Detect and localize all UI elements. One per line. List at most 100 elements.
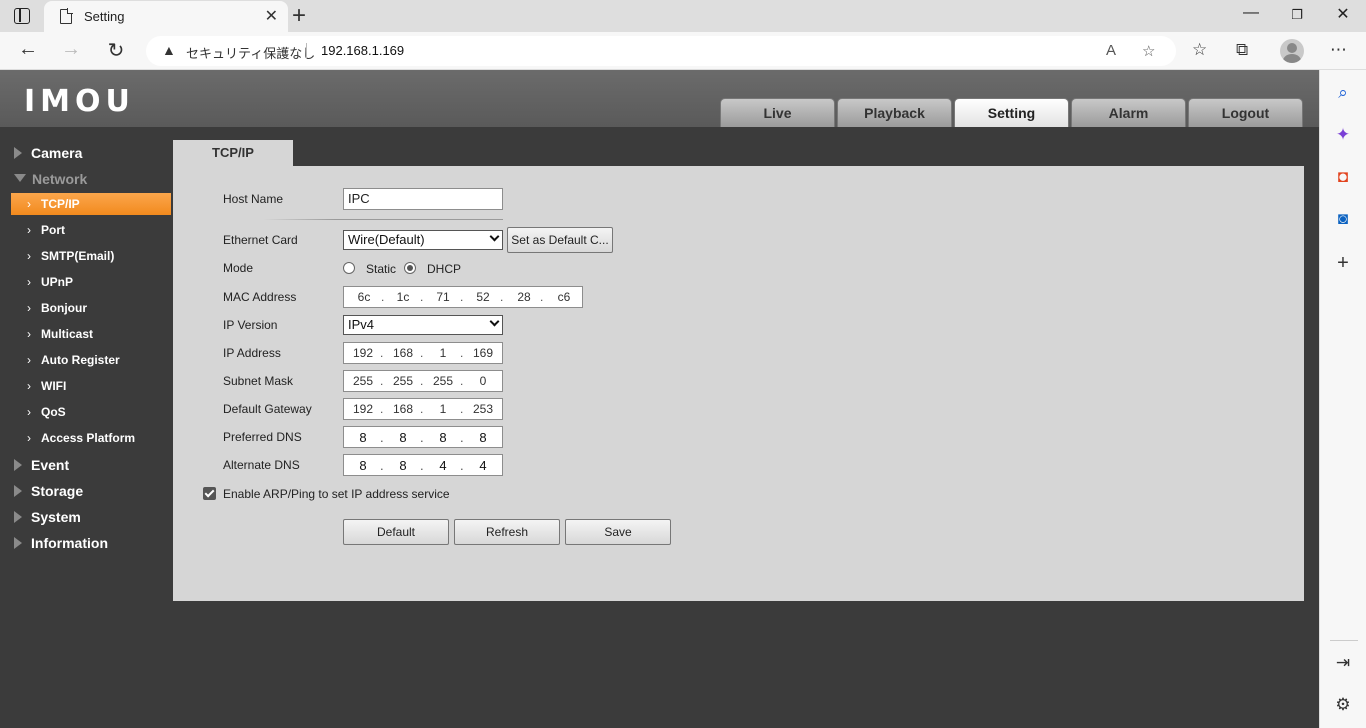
more-menu-icon[interactable]: ⋯: [1330, 40, 1347, 60]
nav-item-wifi[interactable]: › WIFI: [11, 375, 171, 397]
host-name-input[interactable]: IPC: [343, 188, 503, 210]
mac-octet[interactable]: c6: [549, 290, 579, 304]
alternate-dns-field[interactable]: 8. 8. 4. 4: [343, 454, 503, 476]
tab-alarm[interactable]: Alarm: [1071, 98, 1186, 127]
add-sidebar-app-icon[interactable]: +: [1332, 252, 1354, 274]
nav-item-smtp[interactable]: › SMTP(Email): [11, 245, 171, 267]
minimize-icon[interactable]: —: [1236, 4, 1266, 22]
search-icon[interactable]: ⌕: [1332, 82, 1354, 104]
collections-icon[interactable]: ⧉: [1236, 40, 1248, 60]
nav-item-upnp[interactable]: › UPnP: [11, 271, 171, 293]
ip-octet[interactable]: 192: [348, 402, 378, 416]
default-button[interactable]: Default: [343, 519, 449, 545]
octet-separator: .: [420, 346, 424, 360]
ip-octet[interactable]: 4: [428, 458, 458, 473]
ip-octet[interactable]: 8: [348, 430, 378, 445]
ip-octet[interactable]: 1: [428, 346, 458, 360]
ip-octet[interactable]: 8: [388, 430, 418, 445]
refresh-icon[interactable]: ↻: [103, 38, 129, 63]
nav-system[interactable]: System: [14, 509, 81, 525]
nav-item-label: TCP/IP: [41, 197, 80, 211]
ip-octet[interactable]: 255: [428, 374, 458, 388]
nav-item-multicast[interactable]: › Multicast: [11, 323, 171, 345]
content-tab-tcpip[interactable]: TCP/IP: [173, 140, 293, 167]
read-aloud-icon[interactable]: A: [1106, 42, 1116, 59]
ip-octet[interactable]: 192: [348, 346, 378, 360]
mac-octet[interactable]: 71: [428, 290, 458, 304]
nav-event[interactable]: Event: [14, 457, 69, 473]
set-as-default-button[interactable]: Set as Default C...: [507, 227, 613, 253]
nav-item-qos[interactable]: › QoS: [11, 401, 171, 423]
nav-item-auto-register[interactable]: › Auto Register: [11, 349, 171, 371]
octet-separator: .: [420, 374, 424, 388]
ip-octet[interactable]: 8: [388, 458, 418, 473]
mac-octet[interactable]: 28: [509, 290, 539, 304]
copilot-icon[interactable]: ✦: [1332, 124, 1354, 146]
ip-octet[interactable]: 4: [468, 458, 498, 473]
mode-dhcp-radio[interactable]: [404, 262, 416, 274]
security-status[interactable]: セキュリティ保護なし: [186, 43, 315, 62]
arp-ping-checkbox[interactable]: [203, 487, 216, 500]
preferred-dns-field[interactable]: 8. 8. 8. 8: [343, 426, 503, 448]
mac-octet[interactable]: 52: [468, 290, 498, 304]
mac-address-field[interactable]: 6c. 1c. 71. 52. 28. c6: [343, 286, 583, 308]
forward-icon[interactable]: →: [58, 38, 84, 61]
settings-gear-icon[interactable]: ⚙: [1332, 694, 1354, 716]
refresh-button[interactable]: Refresh: [454, 519, 560, 545]
ip-octet[interactable]: 253: [468, 402, 498, 416]
nav-item-tcpip[interactable]: › TCP/IP: [11, 193, 171, 215]
url-field[interactable]: ▲ セキュリティ保護なし 192.168.1.169 A ☆: [146, 36, 1176, 66]
favorites-icon[interactable]: ☆: [1192, 40, 1207, 60]
profile-avatar-icon[interactable]: [1280, 39, 1304, 63]
nav-item-access-platform[interactable]: › Access Platform: [11, 427, 171, 449]
subnet-mask-field[interactable]: 255. 255. 255. 0: [343, 370, 503, 392]
ip-octet[interactable]: 169: [468, 346, 498, 360]
tab-setting[interactable]: Setting: [954, 98, 1069, 127]
office-icon[interactable]: ◘: [1332, 166, 1354, 188]
add-favorite-icon[interactable]: ☆: [1142, 42, 1155, 60]
ip-octet[interactable]: 8: [348, 458, 378, 473]
octet-separator: .: [540, 290, 544, 304]
url-text[interactable]: 192.168.1.169: [321, 43, 404, 58]
back-icon[interactable]: ←: [15, 38, 41, 61]
mac-octet[interactable]: 6c: [349, 290, 379, 304]
nav-network[interactable]: Network: [14, 171, 87, 187]
nav-storage[interactable]: Storage: [14, 483, 83, 499]
ip-octet[interactable]: 168: [388, 402, 418, 416]
tab-actions-icon[interactable]: [14, 8, 30, 24]
nav-item-port[interactable]: › Port: [11, 219, 171, 241]
restore-icon[interactable]: ❐: [1282, 7, 1312, 23]
nav-event-label: Event: [31, 457, 70, 473]
chevron-right-icon: ›: [27, 405, 31, 419]
page-icon: [60, 8, 73, 24]
ip-version-select[interactable]: IPv4: [343, 315, 503, 335]
ip-octet[interactable]: 8: [428, 430, 458, 445]
ethernet-card-select[interactable]: Wire(Default): [343, 230, 503, 250]
ip-octet[interactable]: 168: [388, 346, 418, 360]
browser-tab[interactable]: Setting ✕: [44, 1, 288, 32]
mac-octet[interactable]: 1c: [388, 290, 418, 304]
ip-octet[interactable]: 1: [428, 402, 458, 416]
mode-static-radio[interactable]: [343, 262, 355, 274]
chevron-right-icon: ›: [27, 223, 31, 237]
hide-sidebar-icon[interactable]: ⇥: [1332, 652, 1354, 674]
close-tab-icon[interactable]: ✕: [265, 6, 278, 26]
window-close-icon[interactable]: ✕: [1328, 4, 1358, 24]
tab-logout[interactable]: Logout: [1188, 98, 1303, 127]
tab-live[interactable]: Live: [720, 98, 835, 127]
nav-item-bonjour[interactable]: › Bonjour: [11, 297, 171, 319]
new-tab-icon[interactable]: +: [292, 2, 306, 30]
ip-octet[interactable]: 255: [348, 374, 378, 388]
ip-octet[interactable]: 255: [388, 374, 418, 388]
ip-octet[interactable]: 8: [468, 430, 498, 445]
default-gateway-field[interactable]: 192. 168. 1. 253: [343, 398, 503, 420]
ip-address-field[interactable]: 192. 168. 1. 169: [343, 342, 503, 364]
tab-playback[interactable]: Playback: [837, 98, 952, 127]
warning-icon[interactable]: ▲: [162, 42, 176, 58]
save-button[interactable]: Save: [565, 519, 671, 545]
outlook-icon[interactable]: ◙: [1332, 208, 1354, 230]
octet-separator: .: [460, 458, 464, 473]
nav-camera[interactable]: Camera: [14, 145, 82, 161]
nav-information[interactable]: Information: [14, 535, 108, 551]
ip-octet[interactable]: 0: [468, 374, 498, 388]
